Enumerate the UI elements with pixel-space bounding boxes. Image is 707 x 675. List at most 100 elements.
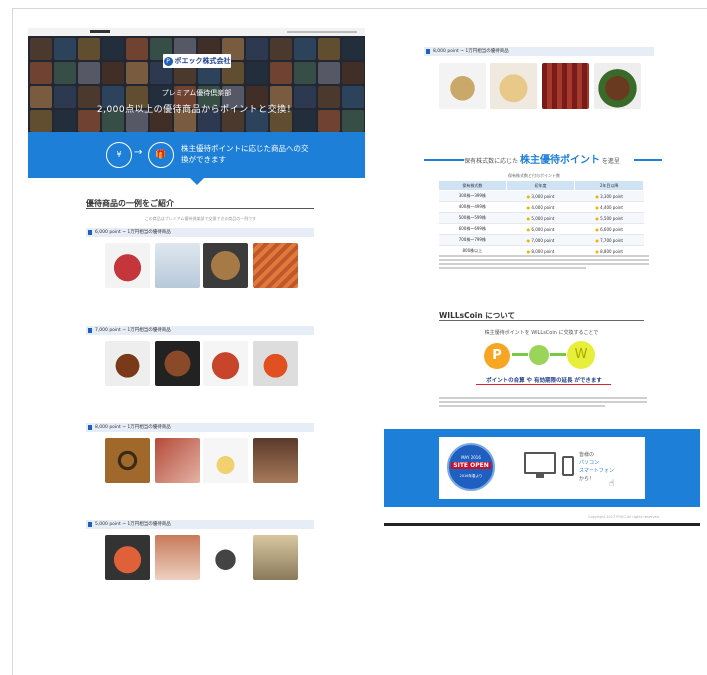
table-header: 保有株式数 — [438, 180, 507, 191]
table-cell-text: 6,000 point — [531, 226, 555, 232]
table-cell-text: 5,500 point — [600, 215, 624, 221]
table-cell: ● 3,000 point — [506, 190, 575, 202]
product-image — [203, 535, 248, 580]
product-image — [439, 63, 486, 109]
product-image — [253, 438, 298, 483]
points-exchange-band: ¥ → 🎁 株主優待ポイントに応じた商品への交換ができます — [28, 132, 365, 178]
yen-icon: ¥ — [106, 142, 132, 168]
left-page-preview: P ポエック株式会社 プレミアム優待倶楽部 2,000点以上の優待商品からポイン… — [28, 28, 365, 598]
table-cell-text: 7,000 point — [531, 237, 555, 243]
product-image — [203, 438, 248, 483]
product-image — [253, 341, 298, 386]
table-cell-text: 8,800 point — [600, 248, 624, 254]
category-header: 5,000 point ~ 1万円相当の優待商品 — [86, 520, 314, 529]
table-cell-text: 600株〜699株 — [458, 226, 486, 231]
table-row: 500株〜599株 ● 5,000 point ● 5,500 point — [438, 212, 644, 224]
table-row: 400株〜499株 ● 4,000 point ● 4,400 point — [438, 201, 644, 213]
table-row: 300株〜399株 ● 3,000 point ● 3,300 point — [438, 190, 644, 202]
title-rule-right — [634, 159, 662, 161]
table-cell: ● 7,000 point — [506, 234, 575, 246]
product-image — [253, 535, 298, 580]
hero-subtitle: プレミアム優待倶楽部 — [161, 89, 232, 97]
table-cell: ● 7,700 point — [574, 234, 644, 246]
product-image — [105, 535, 150, 580]
table-cell: 600株〜699株 — [438, 223, 507, 235]
points-table: 保有株式数 初年度 2年目以降 300株〜399株 ● 3,000 point ● … — [438, 180, 644, 257]
table-cell-text: 4,000 point — [531, 204, 555, 210]
monitor-icon — [524, 452, 556, 474]
table-cell: ● 5,500 point — [574, 212, 644, 224]
product-image — [155, 243, 200, 288]
category-header: 7,000 point ~ 1万円相当の優待商品 — [86, 326, 314, 335]
product-image — [105, 341, 150, 386]
product-image — [203, 243, 248, 288]
section-description: この商品はプレミアム優待倶楽部で交換できる商品の一例です — [144, 216, 257, 221]
table-cell-text: 3,300 point — [600, 193, 624, 199]
gift-icon: 🎁 — [148, 142, 174, 168]
hand-pointer-icon: ☝ — [609, 479, 615, 489]
hero-headline: 2,000点以上の優待商品からポイントと交換！ — [96, 105, 297, 115]
table-cell-text: 800株以上 — [462, 248, 483, 253]
product-image — [155, 438, 200, 483]
product-image — [490, 63, 537, 109]
product-image — [203, 341, 248, 386]
right-page-preview: 8,000 point ~ 1万円相当の優待商品 保有株式数に応じた 株主優待ポ… — [384, 45, 700, 527]
willcoin-divider — [439, 320, 644, 321]
table-cell-text: 7,700 point — [600, 237, 624, 243]
seal-caption: 2016年春より — [459, 474, 483, 478]
smartphone-icon — [562, 456, 574, 476]
company-logo: P ポエック株式会社 — [163, 54, 231, 68]
point-coin-icon: P — [484, 343, 510, 369]
table-cell-text: 3,000 point — [531, 193, 555, 199]
section-divider — [86, 208, 314, 209]
banner-text: 皆様の パソコン スマートフォン から！ — [579, 452, 614, 482]
table-notes — [439, 255, 649, 271]
product-image — [253, 243, 298, 288]
category-header: 8,000 point ~ 1万円相当の優待商品 — [424, 47, 654, 56]
table-cell: ● 5,000 point — [506, 212, 575, 224]
table-cell-text: 700株〜799株 — [458, 237, 486, 242]
table-cell-text: 400株〜499株 — [458, 204, 486, 209]
product-image — [155, 341, 200, 386]
category-header: 6,000 point ~ 1万円相当の優待商品 — [86, 228, 314, 237]
willcoin-message: ポイントの合算 や 有効期限の延長 ができます — [486, 378, 602, 384]
product-image — [542, 63, 589, 109]
page-bottom-rule — [384, 523, 700, 526]
table-cell: ● 6,000 point — [506, 223, 575, 235]
table-cell: ● 4,400 point — [574, 201, 644, 213]
site-open-banner: MAY 2016 SITE OPEN 2016年春より 皆様の パソコン スマー… — [384, 429, 700, 507]
product-image — [155, 535, 200, 580]
table-header: 2年目以降 — [574, 180, 644, 191]
table-cell-text: 300株〜399株 — [458, 193, 486, 198]
category-header: 8,000 point ~ 1万円相当の優待商品 — [86, 423, 314, 432]
table-cell-text: 8,000 point — [531, 248, 555, 254]
arrow-icon — [512, 353, 528, 356]
product-image — [105, 438, 150, 483]
table-cell-text: 6,600 point — [600, 226, 624, 232]
willcoin-notes — [439, 397, 647, 409]
coin-icon — [529, 345, 549, 365]
banner-card: MAY 2016 SITE OPEN 2016年春より 皆様の パソコン スマー… — [439, 437, 645, 499]
willcoin-message-underline — [476, 384, 611, 385]
table-cell-text: 4,400 point — [600, 204, 624, 210]
hero-banner: P ポエック株式会社 プレミアム優待倶楽部 2,000点以上の優待商品からポイン… — [28, 36, 365, 132]
arrow-icon — [550, 353, 566, 356]
product-image — [105, 243, 150, 288]
footer-copyright: Copyright 2017 POEC All rights reserved. — [588, 515, 660, 519]
table-row: 700株〜799株 ● 7,000 point ● 7,700 point — [438, 234, 644, 246]
logo-text: ポエック株式会社 — [174, 57, 231, 65]
product-image — [594, 63, 641, 109]
table-cell: 700株〜799株 — [438, 234, 507, 246]
band-text: 株主優待ポイントに応じた商品への交換ができます — [181, 144, 309, 164]
table-cell: ● 4,000 point — [506, 201, 575, 213]
points-title: 保有株式数に応じた 株主優待ポイント を進呈 — [464, 155, 620, 166]
willcoin-subtitle: 株主優待ポイントを WILLsCoin に交換することで — [484, 330, 599, 336]
table-row: 600株〜699株 ● 6,000 point ● 6,600 point — [438, 223, 644, 235]
logo-mark-icon: P — [163, 56, 173, 66]
table-cell-text: 5,000 point — [531, 215, 555, 221]
table-cell-text: 500株〜599株 — [458, 215, 486, 220]
table-cell: ● 6,600 point — [574, 223, 644, 235]
table-cell: 500株〜599株 — [438, 212, 507, 224]
table-caption: 保有株式数と付与ポイント数 — [508, 173, 560, 178]
seal-label: SITE OPEN — [451, 462, 491, 469]
